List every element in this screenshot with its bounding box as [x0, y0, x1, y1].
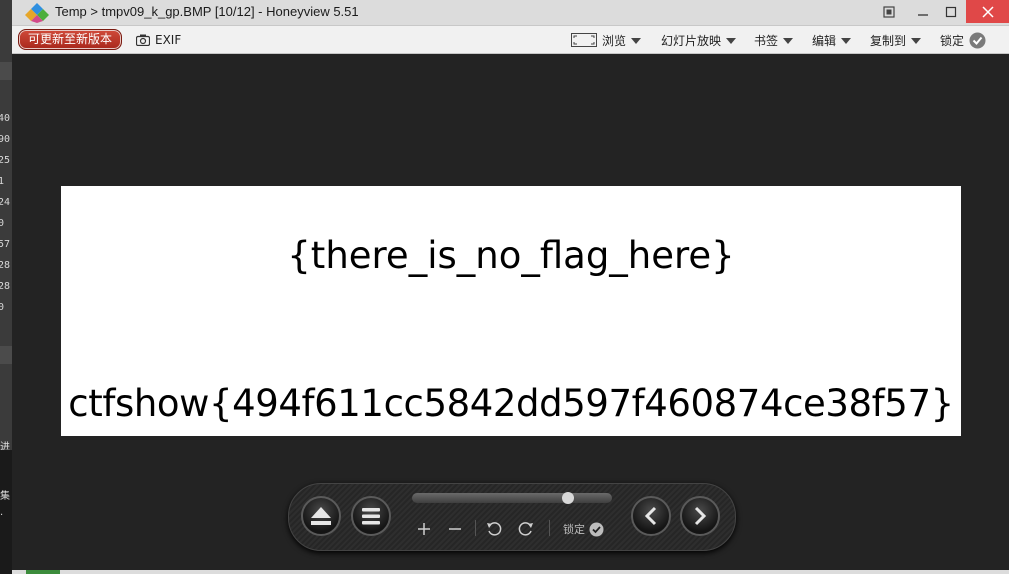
previous-image-button[interactable]: [631, 496, 671, 536]
menu-button[interactable]: [351, 496, 391, 536]
check-icon: [969, 32, 986, 48]
edit-menu[interactable]: 编辑: [812, 30, 852, 50]
minus-icon: [449, 528, 461, 530]
check-icon: [589, 522, 604, 536]
background-number: 28: [0, 260, 11, 271]
edit-label: 编辑: [812, 33, 837, 48]
chevron-down-icon: [911, 37, 922, 44]
honeyview-window: Temp > tmpv09_k_gp.BMP [10/12] - Honeyvi…: [12, 0, 1009, 574]
lock-label: 锁定: [940, 33, 965, 48]
background-number: 90: [0, 134, 11, 145]
copy-to-label: 复制到: [870, 33, 907, 48]
control-divider: [475, 520, 476, 536]
navigation-slider[interactable]: [412, 492, 612, 504]
next-image-button[interactable]: [680, 496, 720, 536]
exif-label: EXIF: [155, 33, 182, 47]
status-bar: [12, 570, 1009, 574]
slider-thumb[interactable]: [562, 492, 575, 504]
maximize-icon: [945, 6, 957, 17]
background-text: 集: [0, 491, 10, 502]
copy-to-menu[interactable]: 复制到: [870, 30, 922, 50]
background-number: 24: [0, 197, 11, 208]
title-bar[interactable]: Temp > tmpv09_k_gp.BMP [10/12] - Honeyvi…: [12, 0, 1009, 26]
bookmark-label: 书签: [754, 33, 779, 48]
open-file-button[interactable]: [301, 496, 341, 536]
status-indicator: [26, 570, 60, 574]
chevron-down-icon: [726, 37, 737, 44]
control-divider: [549, 520, 550, 536]
close-button[interactable]: [966, 0, 1009, 23]
background-number: 25: [0, 155, 11, 166]
zoom-out-button[interactable]: [446, 520, 464, 538]
image-viewer-area[interactable]: {there_is_no_flag_here} ctfshow{494f611c…: [12, 54, 1009, 574]
pin-icon: [883, 5, 895, 18]
hamburger-icon: [362, 508, 380, 525]
browse-menu[interactable]: 浏览: [571, 30, 642, 50]
lock-toggle[interactable]: 锁定: [940, 30, 986, 50]
rotate-left-icon: [487, 522, 502, 536]
background-number: 57: [0, 239, 11, 250]
background-band: [0, 62, 12, 80]
image-text-line-1: {there_is_no_flag_here}: [287, 234, 735, 277]
slideshow-label: 幻灯片放映: [661, 33, 722, 48]
background-number: 1: [0, 176, 5, 187]
chevron-down-icon: [631, 37, 642, 44]
maximize-button[interactable]: [937, 0, 965, 23]
background-text: .: [0, 507, 4, 518]
rotate-right-icon: [518, 522, 533, 536]
minimize-icon: [918, 13, 928, 16]
rotate-left-button[interactable]: [485, 520, 503, 538]
chevron-down-icon: [841, 37, 852, 44]
minimize-button[interactable]: [908, 0, 938, 23]
zoom-in-button[interactable]: [415, 520, 433, 538]
background-band: [0, 346, 12, 364]
chevron-down-icon: [783, 37, 794, 44]
plus-icon: [418, 523, 430, 535]
lock-label: 锁定: [563, 523, 585, 536]
eject-icon: [311, 507, 331, 525]
window-title: Temp > tmpv09_k_gp.BMP [10/12] - Honeyvi…: [55, 4, 359, 19]
toolbar: 可更新至新版本 EXIF 浏览 幻灯片放映 书签 编辑 复制到 锁定: [12, 26, 1009, 54]
honeyview-app-icon: [25, 3, 49, 23]
exif-button[interactable]: EXIF: [136, 30, 181, 50]
pin-button[interactable]: [876, 0, 902, 23]
chevron-left-icon: [644, 506, 657, 526]
lock-toggle-bottom[interactable]: 锁定: [563, 520, 604, 538]
camera-icon: [136, 34, 150, 46]
background-number: 0: [0, 302, 5, 313]
background-number: 28: [0, 281, 11, 292]
chevron-right-icon: [694, 506, 707, 526]
background-number: 40: [0, 113, 11, 124]
update-available-button[interactable]: 可更新至新版本: [18, 29, 122, 50]
image-text-line-2: ctfshow{494f611cc5842dd597f460874ce38f57…: [68, 382, 954, 425]
displayed-image: {there_is_no_flag_here} ctfshow{494f611c…: [61, 186, 961, 436]
fit-screen-icon: [571, 33, 597, 47]
browse-label: 浏览: [602, 33, 627, 48]
background-number: 0: [0, 218, 5, 229]
slideshow-menu[interactable]: 幻灯片放映: [661, 30, 737, 50]
bookmark-menu[interactable]: 书签: [754, 30, 794, 50]
rotate-right-button[interactable]: [517, 520, 535, 538]
navigation-control-bar: 锁定: [288, 483, 736, 551]
close-icon: [981, 5, 994, 18]
